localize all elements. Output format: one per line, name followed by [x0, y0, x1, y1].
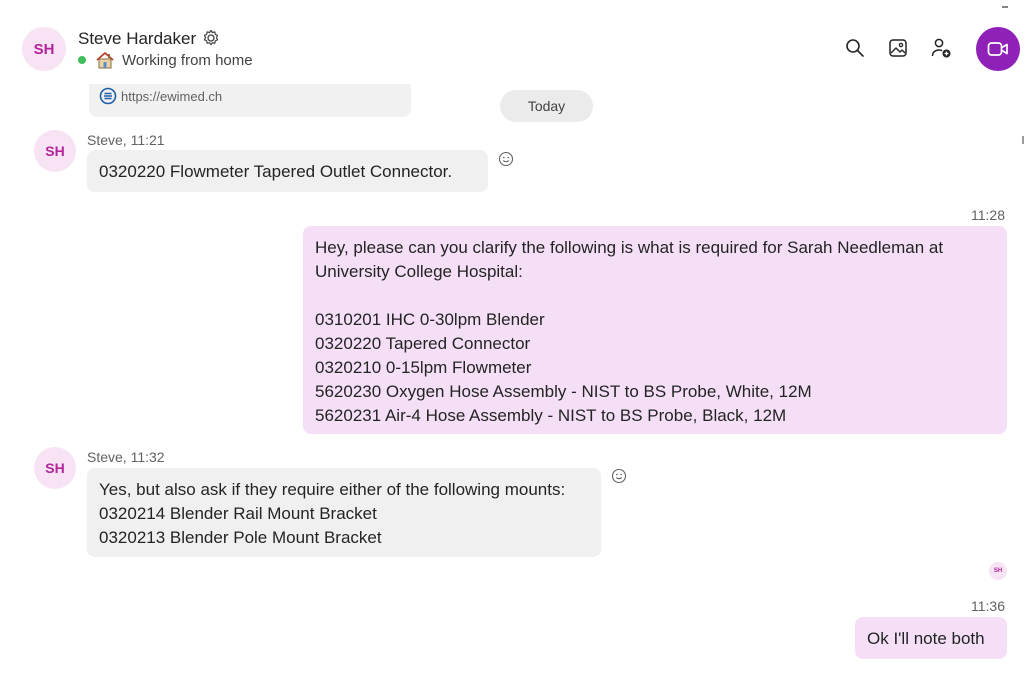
window-minimize-icon[interactable] [1000, 0, 1010, 10]
scroll-indicator[interactable] [1022, 136, 1024, 144]
search-icon[interactable] [843, 36, 867, 60]
link-url[interactable]: https://ewimed.ch [121, 89, 222, 104]
gallery-icon[interactable] [886, 36, 910, 60]
message-line: 0320220 Tapered Connector [315, 334, 531, 353]
presence-dot [78, 56, 86, 64]
gear-icon[interactable] [201, 28, 221, 48]
avatar[interactable]: SH [34, 130, 76, 172]
website-icon [99, 87, 117, 105]
video-call-button[interactable] [976, 27, 1020, 71]
message-line [315, 284, 995, 308]
message-time: 11:28 [971, 207, 1005, 223]
video-call-icon [987, 42, 1008, 56]
smiley-reaction-icon[interactable] [498, 151, 514, 167]
smiley-reaction-icon[interactable] [611, 468, 627, 484]
message-line: 0310201 IHC 0-30lpm Blender [315, 310, 545, 329]
message-line: 0320213 Blender Pole Mount Bracket [99, 528, 382, 547]
avatar[interactable]: SH [34, 447, 76, 489]
message-line: University College Hospital: [315, 262, 523, 281]
contact-avatar[interactable]: SH [22, 27, 66, 71]
contact-name[interactable]: Steve Hardaker [78, 29, 196, 49]
read-receipt-avatar: SH [989, 562, 1007, 580]
date-separator: Today [500, 90, 593, 122]
presence-status[interactable]: Working from home [78, 51, 253, 69]
house-icon [96, 52, 114, 69]
message-bubble-incoming[interactable]: Yes, but also ask if they require either… [87, 468, 601, 557]
message-bubble-outgoing[interactable]: Hey, please can you clarify the followin… [303, 226, 1007, 434]
add-person-icon[interactable] [929, 36, 953, 60]
message-line: 0320210 0-15lpm Flowmeter [315, 358, 532, 377]
message-line: 5620231 Air-4 Hose Assembly - NIST to BS… [315, 406, 787, 425]
message-line: 0320220 Flowmeter Tapered Outlet Connect… [99, 162, 453, 181]
message-line: Ok I'll note both [867, 629, 985, 648]
chat-window: https://ewimed.ch Today SH Steve, 11:21 … [0, 0, 1027, 674]
message-meta: Steve, 11:21 [87, 132, 165, 148]
message-line: Hey, please can you clarify the followin… [315, 238, 944, 257]
message-time: 11:36 [971, 598, 1005, 614]
message-line: 5620230 Oxygen Hose Assembly - NIST to B… [315, 382, 812, 401]
message-line: 0320214 Blender Rail Mount Bracket [99, 504, 377, 523]
message-bubble-incoming[interactable]: 0320220 Flowmeter Tapered Outlet Connect… [87, 150, 488, 192]
message-line: Yes, but also ask if they require either… [99, 480, 566, 499]
status-text: Working from home [122, 51, 253, 69]
message-meta: Steve, 11:32 [87, 449, 165, 465]
message-bubble-outgoing[interactable]: Ok I'll note both [855, 617, 1007, 659]
chat-header: SH Steve Hardaker Working from home [0, 0, 1027, 84]
